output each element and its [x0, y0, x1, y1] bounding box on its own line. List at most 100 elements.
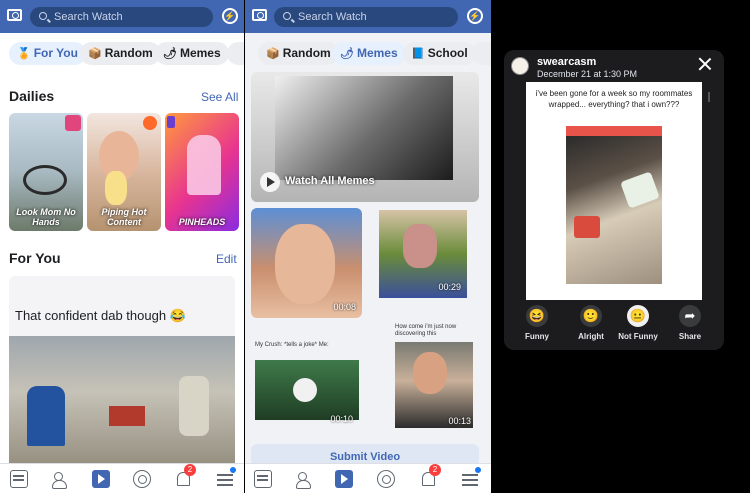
notifications-icon[interactable]: 2 — [419, 464, 441, 488]
watch-all-memes-label: Watch All Memes — [285, 175, 375, 187]
watch-screen-left: Search Watch ⚡ 🏅 For You 📦 Random 🌶 Memes D… — [0, 0, 244, 493]
meme-caption: My Crush: *tells a joke* Me: — [255, 342, 329, 348]
messenger-icon[interactable]: ⚡ — [467, 8, 483, 24]
category-chips: 📦 Random 🌶 Memes 📘 School — [245, 42, 491, 66]
post-text: i've been gone for a week so my roommate… — [535, 89, 693, 109]
book-badge-icon — [167, 116, 175, 128]
menu-dot — [475, 467, 481, 473]
video-thumbnail[interactable]: 00:08 — [251, 208, 362, 318]
news-feed-icon[interactable] — [254, 470, 272, 488]
reaction-funny[interactable]: 😆 Funny — [513, 305, 561, 341]
mute-icon[interactable] — [708, 92, 714, 102]
meme-hero-image — [275, 76, 453, 180]
groups-icon[interactable] — [377, 470, 395, 488]
edit-link[interactable]: Edit — [216, 252, 237, 266]
book-icon: 📘 — [411, 48, 425, 60]
menu-icon[interactable] — [461, 467, 481, 488]
daily-card-piping-hot[interactable]: Piping Hot Content — [87, 113, 161, 231]
camera-icon[interactable] — [7, 9, 22, 21]
chip-random[interactable]: 📦 Random — [258, 42, 339, 65]
search-input[interactable]: Search Watch — [30, 7, 213, 27]
friends-icon[interactable] — [295, 470, 313, 489]
daily-caption: Piping Hot Content — [101, 207, 147, 227]
search-icon — [283, 12, 291, 20]
heart-badge-icon — [65, 115, 81, 131]
dailies-title: Dailies — [9, 88, 55, 104]
camera-icon[interactable] — [252, 9, 267, 21]
watch-all-memes-card[interactable]: Watch All Memes — [251, 72, 479, 202]
watch-icon[interactable] — [92, 470, 110, 488]
search-input[interactable]: Search Watch — [274, 7, 458, 27]
search-placeholder: Search Watch — [54, 11, 123, 23]
laughing-face-icon: 😆 — [526, 305, 548, 327]
chip-partial[interactable] — [472, 42, 491, 65]
daily-caption: Look Mom No Hands — [16, 207, 76, 227]
pepper-icon: 🌶 — [340, 48, 354, 60]
medal-icon: 🏅 — [17, 48, 31, 60]
daily-card-look-mom[interactable]: Look Mom No Hands — [9, 113, 83, 231]
person-image — [27, 386, 65, 446]
person-image-2 — [179, 376, 209, 436]
video-thumbnail[interactable]: 00:29 — [379, 210, 467, 298]
neutral-face-icon: 😐 — [627, 305, 649, 327]
face-shape — [413, 352, 447, 394]
daily-card-pinheads[interactable]: PINHEADS — [165, 113, 239, 231]
notifications-badge: 2 — [184, 464, 196, 476]
bike-image — [23, 165, 67, 195]
seagull-image — [255, 360, 359, 420]
box-icon: 📦 — [88, 48, 102, 60]
story-username[interactable]: swearcasm — [537, 56, 596, 68]
chip-memes[interactable]: 🌶 Memes — [155, 42, 229, 65]
video-post-card[interactable]: That confident dab though 😂 — [9, 276, 235, 476]
notifications-icon[interactable]: 2 — [174, 464, 196, 488]
story-viewer: swearcasm December 21 at 1:30 PM i've be… — [492, 0, 750, 493]
groups-icon[interactable] — [133, 470, 151, 488]
post-caption: That confident dab though 😂 — [15, 308, 186, 323]
seagull-shape — [293, 378, 317, 402]
messenger-icon[interactable]: ⚡ — [222, 8, 238, 24]
reaction-alright[interactable]: 🙂 Alright — [567, 305, 615, 341]
play-icon[interactable] — [260, 172, 280, 192]
app-bar-image — [566, 126, 662, 136]
reaction-share[interactable]: ➦ Share — [666, 305, 714, 341]
person-image — [403, 224, 437, 268]
story-content[interactable]: i've been gone for a week so my roommate… — [526, 82, 710, 300]
bottom-tab-bar: 2 — [0, 463, 244, 493]
close-icon[interactable] — [698, 57, 712, 71]
smiling-face-icon: 🙂 — [580, 305, 602, 327]
figure-image — [187, 135, 221, 195]
watch-screen-middle: Search Watch ⚡ 📦 Random 🌶 Memes 📘 School Wa… — [245, 0, 491, 493]
chip-for-you[interactable]: 🏅 For You — [9, 42, 86, 65]
video-duration: 00:13 — [448, 416, 471, 426]
video-duration: 00:08 — [333, 302, 356, 312]
wrapped-bottle-image — [620, 171, 660, 209]
top-bar: Search Watch ⚡ — [245, 0, 491, 33]
chip-random[interactable]: 📦 Random — [80, 42, 161, 65]
menu-icon[interactable] — [216, 467, 236, 488]
watch-icon[interactable] — [335, 470, 353, 488]
wrapped-box-image — [574, 216, 600, 238]
chip-school[interactable]: 📘 School — [403, 42, 476, 65]
video-thumbnail[interactable]: My Crush: *tells a joke* Me: 00:10 — [253, 338, 359, 430]
story-date: December 21 at 1:30 PM — [537, 69, 638, 79]
reaction-not-funny[interactable]: 😐 Not Funny — [611, 305, 665, 341]
top-bar: Search Watch ⚡ — [0, 0, 244, 33]
banana-image — [105, 171, 127, 205]
share-icon: ➦ — [679, 305, 701, 327]
reaction-bar: 😆 Funny 🙂 Alright 😐 Not Funny ➦ Share — [504, 305, 724, 350]
news-feed-icon[interactable] — [10, 470, 28, 488]
avatar[interactable] — [511, 57, 529, 75]
meme-caption: How come i'm just now discovering this — [395, 324, 457, 337]
search-icon — [39, 12, 47, 20]
video-duration: 00:29 — [438, 282, 461, 292]
video-thumbnail[interactable]: How come i'm just now discovering this 0… — [393, 322, 477, 432]
search-placeholder: Search Watch — [298, 11, 367, 23]
daily-caption: PINHEADS — [178, 217, 226, 227]
see-all-link[interactable]: See All — [201, 90, 238, 104]
video-thumbnail[interactable] — [9, 336, 235, 476]
chip-partial[interactable] — [227, 42, 244, 65]
wrapped-items-image — [566, 136, 662, 284]
kid-face-image — [275, 224, 335, 304]
chip-memes[interactable]: 🌶 Memes — [332, 42, 406, 65]
friends-icon[interactable] — [51, 470, 69, 489]
